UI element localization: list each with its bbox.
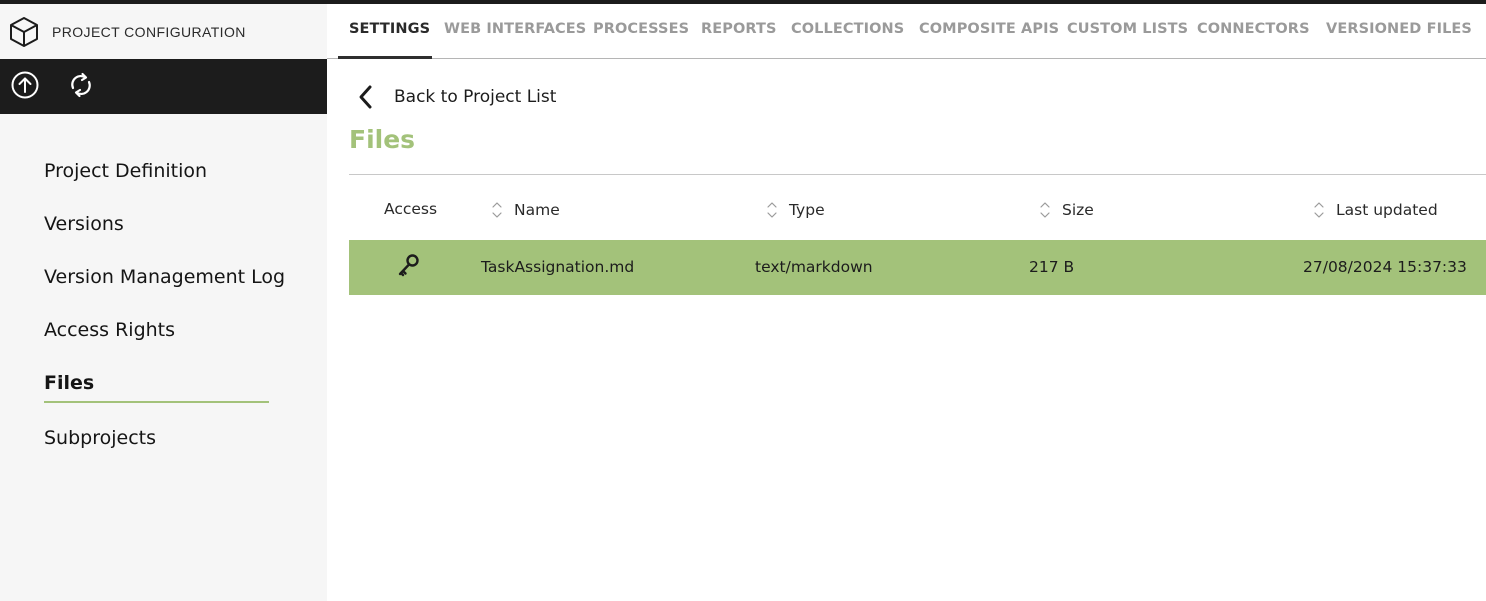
table-row[interactable]: TaskAssignation.md text/markdown 217 B 2… [349, 240, 1486, 295]
tab-web-interfaces[interactable]: WEB INTERFACES [444, 21, 586, 37]
upload-button[interactable] [10, 71, 40, 103]
sort-icon [1038, 200, 1052, 220]
tab-reports[interactable]: REPORTS [701, 21, 777, 37]
sidebar-item-label: Files [44, 372, 95, 394]
sidebar-item-label: Access Rights [44, 319, 176, 341]
column-header-name[interactable]: Name [490, 200, 560, 220]
sort-icon [1312, 200, 1326, 220]
sidebar-item-version-management-log[interactable]: Version Management Log [44, 264, 327, 317]
column-header-size[interactable]: Size [1038, 200, 1094, 220]
sidebar-item-access-rights[interactable]: Access Rights [44, 317, 327, 370]
column-label: Access [384, 200, 438, 218]
refresh-button[interactable] [66, 72, 96, 102]
page-title: Files [349, 125, 416, 154]
sidebar-nav: Project Definition Versions Version Mana… [0, 114, 327, 478]
column-label: Size [1062, 201, 1094, 219]
tab-connectors[interactable]: CONNECTORS [1197, 21, 1310, 37]
cube-icon [9, 16, 39, 48]
back-link-label: Back to Project List [394, 87, 557, 107]
tab-processes[interactable]: PROCESSES [593, 21, 689, 37]
sidebar: PROJECT CONFIGURATION Project Definition… [0, 4, 327, 601]
sort-icon [490, 200, 504, 220]
key-icon [397, 253, 421, 283]
file-name[interactable]: TaskAssignation.md [481, 258, 634, 276]
tab-versioned-files[interactable]: VERSIONED FILES [1326, 21, 1472, 37]
column-header-access: Access [384, 200, 437, 218]
sidebar-item-label: Project Definition [44, 160, 208, 182]
file-type: text/markdown [755, 258, 873, 276]
file-size: 217 B [1029, 258, 1075, 276]
sidebar-item-subprojects[interactable]: Subprojects [44, 425, 327, 478]
chevron-left-icon [357, 84, 377, 110]
sidebar-title: PROJECT CONFIGURATION [52, 23, 246, 40]
files-table: Access Name Type Size Last updated TaskA… [349, 180, 1486, 295]
back-to-project-list-link[interactable]: Back to Project List [357, 84, 556, 110]
column-header-last-updated[interactable]: Last updated [1312, 200, 1438, 220]
active-tab-indicator [338, 56, 432, 59]
column-label: Last updated [1336, 201, 1438, 219]
sidebar-item-files[interactable]: Files [44, 370, 327, 425]
main-content: SETTINGS WEB INTERFACES PROCESSES REPORT… [327, 4, 1486, 601]
upload-circle-icon [11, 71, 39, 103]
column-label: Name [514, 201, 560, 219]
sidebar-item-label: Version Management Log [44, 266, 286, 288]
tab-settings[interactable]: SETTINGS [349, 21, 430, 37]
sidebar-item-versions[interactable]: Versions [44, 211, 327, 264]
tab-composite-apis[interactable]: COMPOSITE APIS [919, 21, 1059, 37]
sidebar-item-label: Subprojects [44, 427, 157, 449]
table-header: Access Name Type Size Last updated [349, 180, 1486, 240]
active-item-underline [44, 401, 269, 403]
tab-collections[interactable]: COLLECTIONS [791, 21, 904, 37]
tab-bar: SETTINGS WEB INTERFACES PROCESSES REPORT… [327, 4, 1486, 59]
column-label: Type [789, 201, 825, 219]
column-header-type[interactable]: Type [765, 200, 825, 220]
sidebar-item-project-definition[interactable]: Project Definition [44, 158, 327, 211]
title-divider [349, 174, 1486, 175]
file-last-updated: 27/08/2024 15:37:33 [1303, 258, 1467, 276]
sidebar-item-label: Versions [44, 213, 124, 235]
sidebar-toolbar [0, 59, 327, 114]
sidebar-header: PROJECT CONFIGURATION [0, 4, 327, 59]
sync-icon [68, 71, 94, 103]
tab-custom-lists[interactable]: CUSTOM LISTS [1067, 21, 1188, 37]
sort-icon [765, 200, 779, 220]
